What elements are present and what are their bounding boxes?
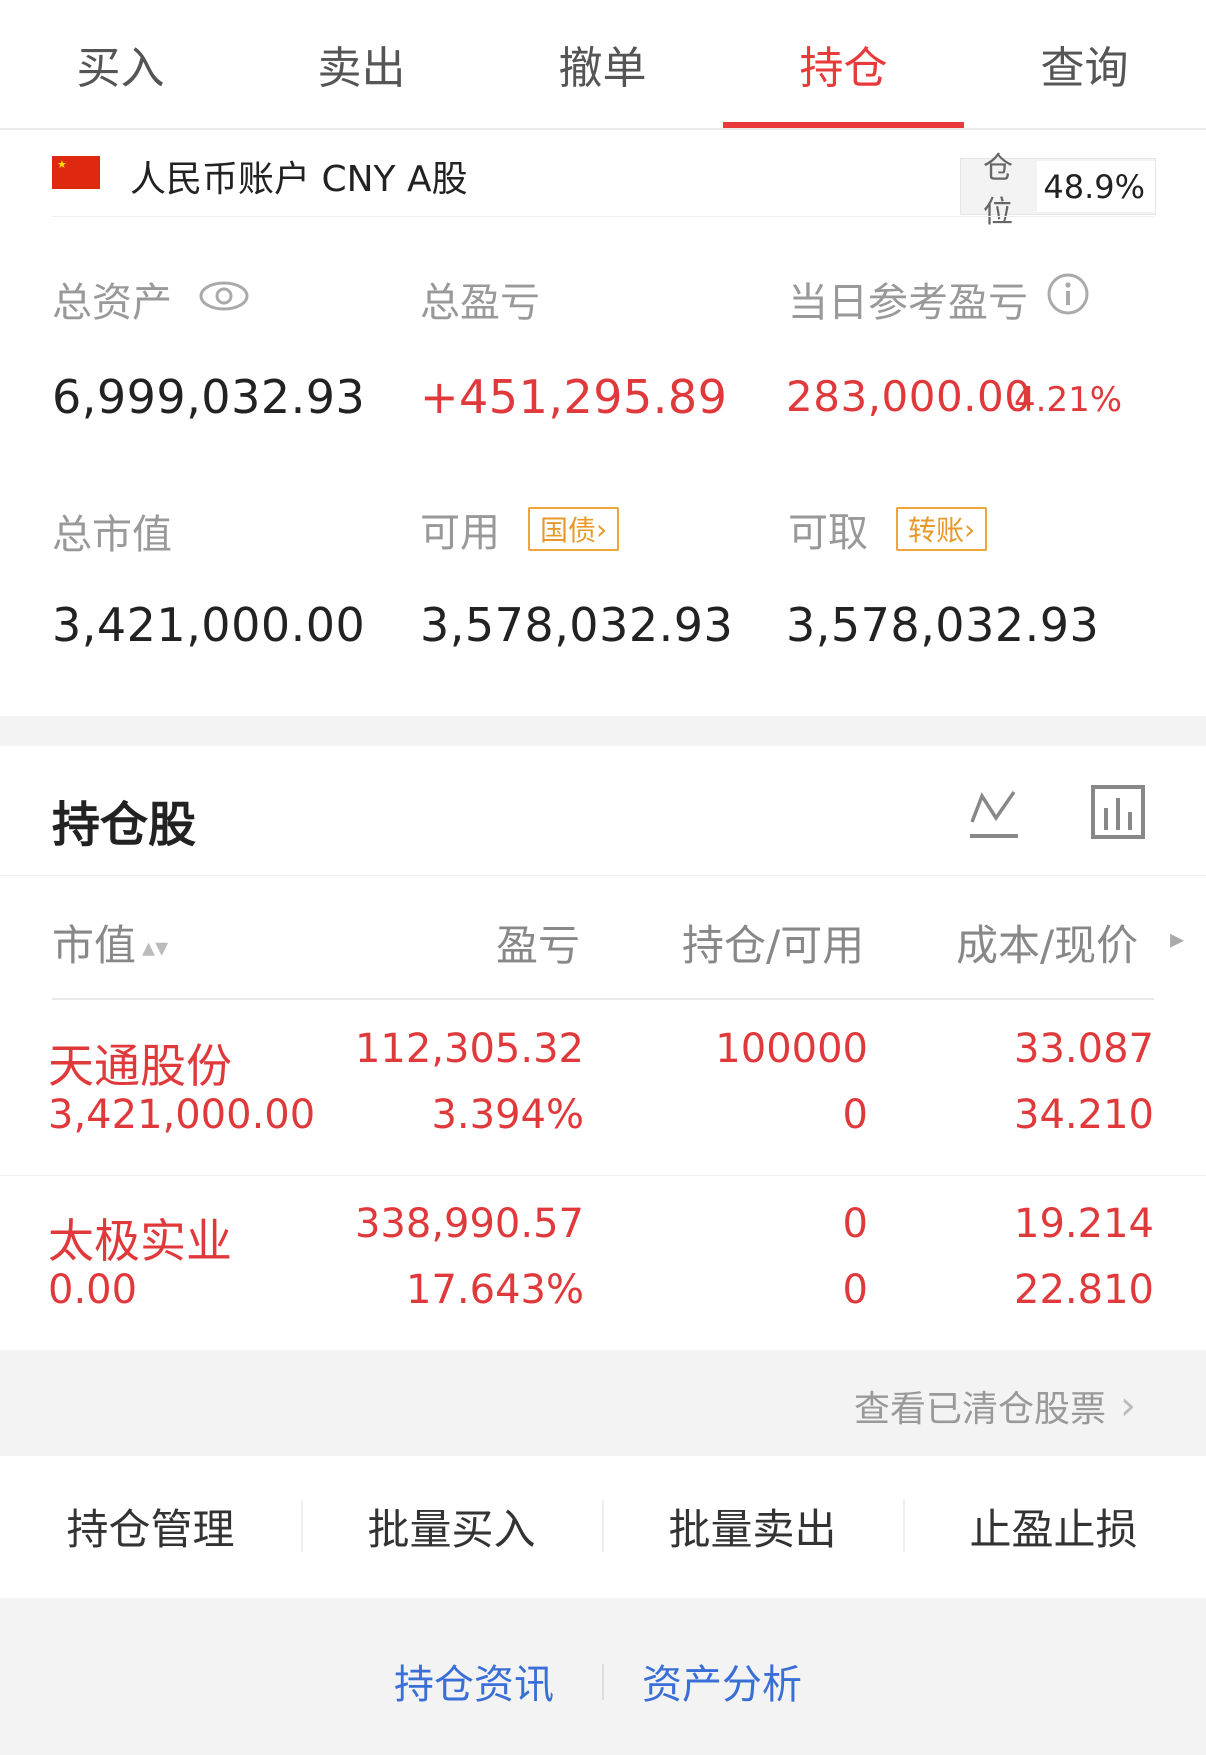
cleared-stocks-label: 查看已清仓股票	[853, 1389, 1106, 1430]
info-icon[interactable]	[1046, 272, 1090, 326]
stock-name: 太极实业	[48, 1214, 232, 1268]
column-profit-loss: 盈亏	[496, 921, 581, 970]
take-profit-stop-loss-button[interactable]: 止盈止损	[903, 1456, 1204, 1596]
tab-buy[interactable]: 买入	[0, 0, 241, 128]
transfer-tag-label: 转账	[908, 514, 965, 547]
line-chart-icon[interactable]	[966, 786, 1022, 846]
stock-cost: 33.087	[1014, 1026, 1154, 1072]
caret-right-icon[interactable]: ▸	[1170, 922, 1184, 955]
total-assets-value: 6,999,032.93	[52, 370, 366, 424]
position-label: 仓位	[983, 150, 1013, 230]
withdrawable-value: 3,578,032.93	[786, 598, 1100, 652]
stock-price: 22.810	[1014, 1267, 1154, 1313]
holdings-management-button[interactable]: 持仓管理	[0, 1456, 301, 1596]
total-pl-label: 总盈亏	[420, 280, 540, 326]
divider	[602, 1664, 604, 1700]
total-assets-label-group: 总资产	[52, 270, 250, 328]
holdings-news-link[interactable]: 持仓资讯	[394, 1652, 554, 1710]
position-value: 48.9%	[1037, 161, 1155, 212]
stock-position: 100000	[715, 1026, 868, 1072]
market-value-label: 总市值	[52, 512, 172, 558]
asset-analysis-link[interactable]: 资产分析	[642, 1652, 802, 1710]
position-ratio-badge: 仓位 48.9%	[960, 151, 1156, 230]
chevron-right-icon: ›	[964, 512, 976, 546]
divider	[52, 216, 1154, 217]
batch-sell-button[interactable]: 批量卖出	[602, 1456, 903, 1596]
stock-pl: 112,305.32	[354, 1026, 584, 1072]
stock-market-value: 0.00	[48, 1267, 138, 1313]
chevron-right-icon: ›	[1120, 1383, 1136, 1429]
tab-query[interactable]: 查询	[964, 0, 1205, 128]
top-tab-bar: 买入 卖出 撤单 持仓 查询	[0, 0, 1206, 130]
daily-pl-label: 当日参考盈亏	[788, 280, 1028, 326]
cleared-stocks-link[interactable]: 查看已清仓股票 ›	[854, 1380, 1136, 1432]
tab-holdings[interactable]: 持仓	[723, 0, 964, 128]
stock-available: 0	[842, 1092, 868, 1138]
cleared-stocks-bar: 查看已清仓股票 ›	[0, 1350, 1206, 1456]
stock-price: 34.210	[1014, 1092, 1154, 1138]
column-cost-price: 成本/现价	[956, 921, 1139, 970]
transfer-tag[interactable]: 转账 ›	[896, 507, 988, 551]
daily-pl-value: 283,000.00	[786, 372, 1032, 421]
total-assets-label: 总资产	[52, 280, 172, 326]
total-pl-value: +451,295.89	[420, 370, 728, 424]
divider	[0, 875, 1206, 876]
account-name[interactable]: 人民币账户 CNY A股	[130, 150, 468, 202]
eye-icon[interactable]	[198, 276, 250, 322]
sort-icon: ▴▾	[142, 933, 169, 963]
stock-cost: 19.214	[1014, 1201, 1154, 1247]
daily-pl-percent: 4.21%	[1014, 380, 1123, 420]
batch-buy-button[interactable]: 批量买入	[301, 1456, 602, 1596]
column-market-value[interactable]: 市值 ▴▾	[52, 912, 168, 973]
column-position-available: 持仓/可用	[682, 921, 865, 970]
holdings-title: 持仓股	[52, 797, 197, 853]
stock-pl: 338,990.57	[354, 1201, 584, 1247]
daily-pl-label-group: 当日参考盈亏	[788, 270, 1090, 328]
treasury-bond-tag-label: 国债	[540, 514, 597, 547]
stock-name: 天通股份	[48, 1039, 232, 1093]
tab-sell[interactable]: 卖出	[241, 0, 482, 128]
stock-available: 0	[842, 1267, 868, 1313]
available-label-group: 可用 国债 ›	[420, 500, 620, 558]
tab-cancel-order[interactable]: 撤单	[482, 0, 723, 128]
bottom-links-bar: 持仓资讯 资产分析	[0, 1598, 1206, 1755]
divider	[52, 998, 1154, 1000]
withdrawable-label-group: 可取 转账 ›	[788, 500, 988, 558]
stock-market-value: 3,421,000.00	[48, 1092, 316, 1138]
divider	[0, 1175, 1206, 1176]
treasury-bond-tag[interactable]: 国债 ›	[528, 507, 620, 551]
active-tab-indicator	[723, 122, 964, 128]
withdrawable-label: 可取	[788, 510, 868, 556]
market-value: 3,421,000.00	[52, 598, 366, 652]
available-label: 可用	[420, 510, 500, 556]
bar-chart-icon[interactable]	[1090, 784, 1146, 844]
stock-pl-percent: 3.394%	[431, 1092, 584, 1138]
china-flag-icon: ★	[52, 156, 100, 189]
chevron-right-icon: ›	[596, 512, 608, 546]
stock-pl-percent: 17.643%	[406, 1267, 584, 1313]
stock-position: 0	[842, 1201, 868, 1247]
column-market-value-label: 市值	[52, 921, 137, 970]
action-bar: 持仓管理 批量买入 批量卖出 止盈止损	[0, 1456, 1206, 1596]
available-value: 3,578,032.93	[420, 598, 734, 652]
section-gap	[0, 716, 1206, 746]
